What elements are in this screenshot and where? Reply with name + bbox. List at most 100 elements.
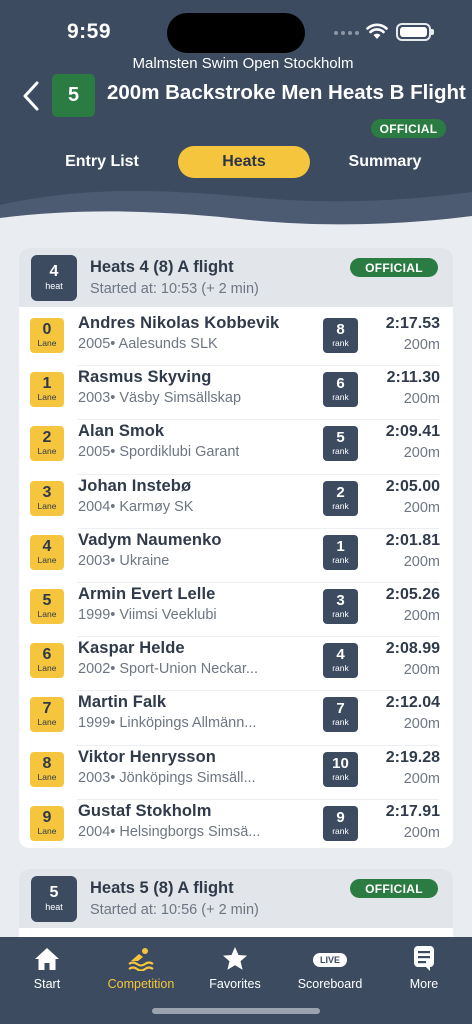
swimmer-club: 2003• Ukraine <box>78 552 170 569</box>
entry-row[interactable]: 0 Lane Andres Nikolas Kobbevik 2005• Aalesu… <box>19 312 453 367</box>
heat-number-label: heat <box>45 902 63 912</box>
result-time: 2:19.28 <box>385 748 440 766</box>
tab-entry-list[interactable]: Entry List <box>52 146 152 178</box>
swimmer-club: 2004• Helsingborgs Simsä... <box>78 823 261 840</box>
entry-row[interactable]: 1 Lane Rasmus Skyving 2003• Väsby Simsällsk… <box>19 366 453 421</box>
rank-label: rank <box>332 608 349 619</box>
lane-badge: 1 Lane <box>30 372 64 408</box>
lane-label: Lane <box>37 554 57 565</box>
segment-tabs: Entry List Heats Summary <box>0 146 472 178</box>
lane-badge: 4 Lane <box>30 534 64 570</box>
entry-row[interactable]: 3 Lane Johan Instebø 2004• Karmøy SK 2 rank 2:… <box>19 475 453 529</box>
lane-label: Lane <box>37 392 57 403</box>
entry-row[interactable]: 6 Lane Kaspar Helde 2002• Sport-Union Necka… <box>19 637 453 692</box>
header-wave <box>0 190 472 232</box>
lane-number: 8 <box>42 754 52 772</box>
result-distance: 200m <box>403 607 440 624</box>
dynamic-island <box>167 13 305 53</box>
entry-row[interactable]: 9 Lane Gustaf Stokholm 2004• Helsingborgs S… <box>19 800 453 848</box>
event-number-badge: 5 <box>52 74 95 117</box>
swimmer-club: 2004• Karmøy SK <box>78 498 194 515</box>
heat-start-time: Started at: 10:56 (+ 2 min) <box>90 902 259 918</box>
entry-row[interactable]: 5 Lane Armin Evert Lelle 1999• Viimsi Veekl… <box>19 583 453 638</box>
tab-summary[interactable]: Summary <box>335 146 435 178</box>
rank-badge: 4 rank <box>323 643 358 679</box>
heat-start-time: Started at: 10:53 (+ 2 min) <box>90 281 259 297</box>
rank-number: 6 <box>336 375 345 393</box>
heat-card-header[interactable]: 4 heat Heats 4 (8) A flight Started at: … <box>19 248 453 307</box>
rank-label: rank <box>332 500 349 511</box>
official-badge: OFFICIAL <box>350 879 438 898</box>
rank-badge: 10 rank <box>323 751 358 787</box>
heat-title: Heats 4 (8) A flight <box>90 258 234 276</box>
heat-card: 4 heat Heats 4 (8) A flight Started at: … <box>19 248 453 848</box>
lane-badge: 5 Lane <box>30 588 64 624</box>
swimmer-club: 2002• Sport-Union Neckar... <box>78 661 258 678</box>
back-icon[interactable] <box>20 80 42 112</box>
tabbar-label: More <box>409 977 439 991</box>
rank-label: rank <box>332 338 349 348</box>
lane-number: 2 <box>42 429 52 447</box>
lane-number: 5 <box>42 591 52 609</box>
swimmer-name: Alan Smok <box>78 422 165 441</box>
result-distance: 200m <box>403 662 440 679</box>
home-indicator <box>152 1008 320 1014</box>
tabbar-competition[interactable]: Competition <box>94 943 188 995</box>
lane-badge: 0 Lane <box>30 318 64 353</box>
tab-heats[interactable]: Heats <box>178 146 310 178</box>
entry-row[interactable]: 7 Lane Martin Falk 1999• Linköpings Allmänn… <box>19 691 453 746</box>
tabbar-start[interactable]: Start <box>0 943 94 995</box>
result-time: 2:05.26 <box>385 585 440 603</box>
tabbar-scoreboard[interactable]: LIVE Scoreboard <box>283 943 377 995</box>
entry-row[interactable]: 2 Lane Alan Smok 2005• Spordiklubi Garant 5 r… <box>19 420 453 475</box>
rank-number: 10 <box>332 754 349 772</box>
heat-card-header[interactable]: 5 heat Heats 5 (8) A flight Started at: … <box>19 869 453 928</box>
tabbar-label: Favorites <box>209 977 261 991</box>
rank-badge: 9 rank <box>323 805 358 841</box>
lane-badge: 2 Lane <box>30 426 64 462</box>
heat-number: 5 <box>49 884 59 901</box>
tabbar-label: Scoreboard <box>297 977 363 991</box>
result-distance: 200m <box>403 391 440 408</box>
lane-label: Lane <box>37 771 57 782</box>
swimmer-name: Vadym Naumenko <box>78 530 222 549</box>
lane-label: Lane <box>37 663 57 674</box>
status-bar: 9:59 <box>0 0 472 60</box>
rank-number: 2 <box>336 483 345 501</box>
result-time: 2:08.99 <box>385 640 440 658</box>
lane-number: 0 <box>42 321 52 338</box>
heat-number: 4 <box>49 263 59 280</box>
heat-number-badge: 5 heat <box>31 876 77 922</box>
rank-number: 3 <box>336 591 345 609</box>
result-distance: 200m <box>403 824 440 841</box>
result-distance: 200m <box>403 499 440 516</box>
live-icon: LIVE <box>313 953 347 967</box>
result-time: 2:01.81 <box>385 531 440 549</box>
result-distance: 200m <box>403 553 440 570</box>
result-time: 2:11.30 <box>386 369 440 387</box>
tabbar-favorites[interactable]: Favorites <box>188 943 282 995</box>
swimmer-club: 1999• Viimsi Veeklubi <box>78 606 217 623</box>
signal-icon <box>334 31 359 35</box>
entry-row[interactable]: 8 Lane Viktor Henrysson 2003• Jönköpings Si… <box>19 746 453 800</box>
result-time: 2:17.53 <box>385 315 440 332</box>
wifi-icon <box>366 23 388 39</box>
lane-label: Lane <box>37 446 57 457</box>
result-distance: 200m <box>403 445 440 462</box>
rank-label: rank <box>332 717 349 728</box>
lane-label: Lane <box>37 338 57 348</box>
swimmer-name: Martin Falk <box>78 693 167 712</box>
result-time: 2:17.91 <box>385 802 440 820</box>
tabbar-more[interactable]: More <box>377 943 471 995</box>
rank-badge: 7 rank <box>323 697 358 733</box>
swimmer-club: 2005• Spordiklubi Garant <box>78 444 240 461</box>
heat-title: Heats 5 (8) A flight <box>90 879 234 897</box>
entry-row[interactable]: 4 Lane Vadym Naumenko 2003• Ukraine 1 rank 2:0… <box>19 529 453 584</box>
rank-label: rank <box>332 392 349 403</box>
rank-number: 5 <box>336 429 345 447</box>
rank-label: rank <box>332 446 349 457</box>
lane-badge: 7 Lane <box>30 697 64 733</box>
document-icon <box>414 946 434 971</box>
rank-badge: 8 rank <box>323 318 358 353</box>
swimmer-club: 1999• Linköpings Allmänn... <box>78 715 257 732</box>
